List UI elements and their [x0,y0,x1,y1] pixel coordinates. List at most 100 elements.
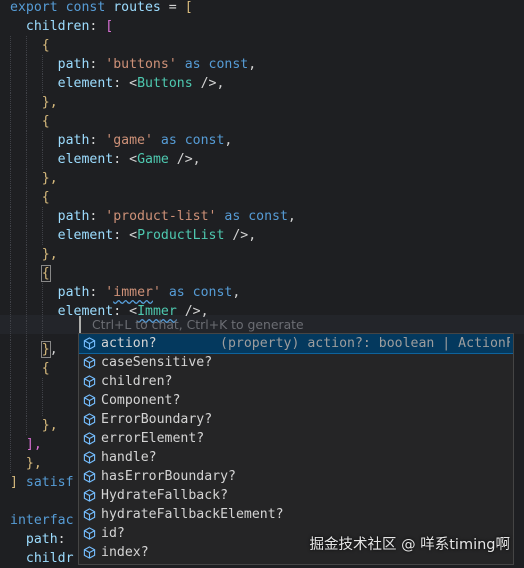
code-token: , [192,152,201,167]
code-token: [ [184,0,193,15]
code-token: 'game' [105,133,153,148]
code-editor[interactable]: export const routes = [ children: [ { pa… [0,0,524,566]
code-token: : [89,57,106,72]
property-cube-icon [83,413,96,426]
suggestion-item[interactable]: errorElement? [79,429,513,448]
indent-guide [25,226,28,245]
suggestion-item[interactable]: HydrateFallback? [79,486,513,505]
code-token: children [10,19,90,34]
code-token: interfac [10,513,74,528]
indent-guide [25,321,28,340]
code-token: path [10,57,90,72]
property-cube-icon [83,375,96,388]
indent-guide [10,55,12,74]
code-token: as [152,133,185,148]
inline-hint: Ctrl+L to chat, Ctrl+K to generate [92,317,304,332]
property-cube-icon [83,432,96,445]
code-token: }, [10,418,58,433]
code-token: path [10,209,90,224]
code-token: /> [192,76,217,91]
code-line: ] satisf [10,473,74,492]
code-token: = [160,0,185,15]
code-token: ], [10,437,42,452]
code-token: }, [10,247,58,262]
property-cube-icon [83,489,96,502]
code-token: { [10,190,50,205]
code-line: }, [10,454,42,473]
suggestion-label: HydrateFallback? [101,488,229,503]
code-line: { [10,112,50,131]
indent-guide [10,359,12,378]
text-cursor [79,316,81,333]
indent-guide [25,131,28,150]
code-token: , [248,57,257,72]
code-line: interfac [10,511,74,530]
indent-guide [10,112,12,131]
code-line: }, [10,93,58,112]
property-cube-icon [83,356,96,369]
code-token: , [224,133,233,148]
code-token: }, [10,95,58,110]
suggestion-item[interactable]: hydrateFallbackElement? [79,505,513,524]
code-token: , [287,209,296,224]
suggestion-label: errorElement? [101,431,205,446]
code-token: , [232,285,241,300]
code-line: { [10,264,51,283]
suggestion-item[interactable]: action? (property) action?: boolean | Act… [79,334,513,354]
suggestion-label: caseSensitive? [101,355,213,370]
indent-guide [41,397,44,416]
indent-guide [10,150,12,169]
indent-guide [10,131,12,150]
property-cube-icon [83,451,96,464]
property-cube-icon [83,337,96,350]
suggestion-label: index? [101,545,149,560]
code-token: , [216,76,225,91]
indent-guide [25,93,28,112]
property-cube-icon [83,527,96,540]
code-token: { [10,38,50,53]
code-token: /> [168,152,193,167]
code-token: immer [113,285,153,300]
indent-guide [25,169,28,188]
code-token: : [89,285,106,300]
indent-guide [10,378,12,397]
code-token: childr [10,551,74,566]
suggestion-widget[interactable]: action? (property) action?: boolean | Act… [78,333,514,565]
code-token: : [113,228,130,243]
code-token: < [129,152,138,167]
indent-guide [41,321,44,340]
indent-guide [10,264,12,283]
code-token: ' [152,285,161,300]
suggestion-label: Component? [101,393,181,408]
code-token: const [248,209,288,224]
indent-guide [41,150,44,169]
code-token: as [176,57,209,72]
code-token: { [10,361,50,376]
suggestion-label: children? [101,374,173,389]
indent-guide [25,112,28,131]
suggestion-item[interactable]: handle? [79,448,513,467]
suggestion-item[interactable]: ErrorBoundary? [79,410,513,429]
code-token: path [10,532,58,547]
code-token: const [184,133,225,148]
property-cube-icon [83,394,96,407]
code-token: const [192,285,233,300]
code-token: [ [105,19,114,34]
indent-guide [25,378,28,397]
indent-guide [25,302,28,321]
suggestion-item[interactable]: caseSensitive? [79,353,513,372]
indent-guide [10,93,12,112]
code-line: path: [10,530,74,549]
indent-guide [10,302,12,321]
suggestion-item[interactable]: children? [79,372,513,391]
code-token: : [89,19,106,34]
indent-guide [10,397,12,416]
suggestion-detail: (property) action?: boolean | ActionF… [220,336,510,351]
code-token: < [129,76,138,91]
code-line: { [10,359,50,378]
indent-guide [25,264,28,283]
suggestion-item[interactable]: Component? [79,391,513,410]
suggestion-item[interactable]: hasErrorBoundary? [79,467,513,486]
property-cube-icon [83,508,96,521]
suggestion-label: id? [101,526,125,541]
